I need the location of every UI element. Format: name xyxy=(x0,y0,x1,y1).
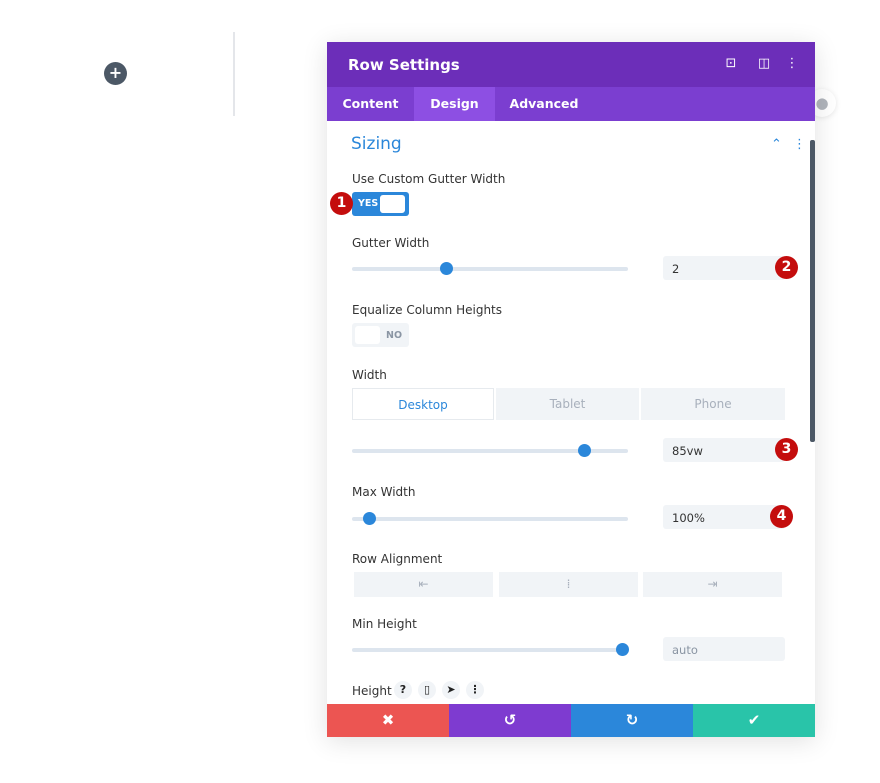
help-icon[interactable]: ? xyxy=(394,681,412,699)
redo-button[interactable]: ↻ xyxy=(571,704,693,737)
custom-gutter-label: Use Custom Gutter Width xyxy=(352,172,506,186)
max-width-label: Max Width xyxy=(352,485,416,499)
gutter-width-slider[interactable] xyxy=(352,262,628,275)
slider-thumb[interactable] xyxy=(616,643,630,656)
undo-icon: ↺ xyxy=(503,711,517,729)
tab-advanced[interactable]: Advanced xyxy=(495,87,593,121)
tab-bar: Content Design Advanced xyxy=(327,87,815,121)
align-center-icon[interactable]: ⁞ xyxy=(499,572,638,597)
min-height-input[interactable]: auto xyxy=(663,637,785,661)
min-height-label: Min Height xyxy=(352,617,417,631)
redo-icon: ↻ xyxy=(625,711,639,729)
gutter-width-label: Gutter Width xyxy=(352,236,430,250)
more-vertical-icon[interactable]: ⋮ xyxy=(784,56,800,71)
hover-icon[interactable]: ➤ xyxy=(442,681,460,699)
scrollbar[interactable] xyxy=(810,140,815,442)
more-vertical-icon[interactable]: ⋮ xyxy=(793,137,806,152)
cancel-button[interactable]: ✖ xyxy=(327,704,449,737)
min-height-slider[interactable] xyxy=(352,643,630,656)
align-right-icon[interactable]: ⇥ xyxy=(643,572,782,597)
slider-thumb[interactable] xyxy=(362,512,376,525)
slider-thumb[interactable] xyxy=(439,262,453,275)
marker-2: 2 xyxy=(775,256,798,279)
gutter-width-input[interactable]: 2 xyxy=(663,256,785,280)
width-label: Width xyxy=(352,368,387,382)
chevron-up-icon[interactable]: ⌃ xyxy=(771,137,782,152)
marker-1: 1 xyxy=(330,192,353,215)
tab-design[interactable]: Design xyxy=(414,87,495,121)
row-settings-panel: Row Settings ⊡ ◫ ⋮ Content Design Advanc… xyxy=(327,42,815,737)
device-tab-phone[interactable]: Phone xyxy=(641,388,785,420)
add-row-button[interactable]: + xyxy=(104,62,127,85)
width-input[interactable]: 85vw xyxy=(663,438,785,462)
plus-icon: + xyxy=(108,63,123,82)
equalize-toggle[interactable]: NO xyxy=(352,323,409,347)
marker-3: 3 xyxy=(775,438,798,461)
custom-gutter-toggle[interactable]: YES xyxy=(352,192,409,216)
sidebar-toggle-icon[interactable]: ◫ xyxy=(756,56,772,71)
check-icon: ✔ xyxy=(747,711,761,729)
max-width-input[interactable]: 100% xyxy=(663,505,785,529)
save-button[interactable]: ✔ xyxy=(693,704,815,737)
slider-thumb[interactable] xyxy=(577,444,591,457)
close-icon: ✖ xyxy=(381,711,395,729)
marker-4: 4 xyxy=(770,505,793,528)
height-label: Height xyxy=(352,684,392,698)
divider xyxy=(233,32,235,116)
tab-content[interactable]: Content xyxy=(327,87,414,121)
device-tab-tablet[interactable]: Tablet xyxy=(496,388,639,420)
fullscreen-icon[interactable]: ⊡ xyxy=(723,56,739,71)
width-slider[interactable] xyxy=(352,444,628,457)
undo-button[interactable]: ↺ xyxy=(449,704,571,737)
align-left-icon[interactable]: ⇤ xyxy=(354,572,493,597)
max-width-slider[interactable] xyxy=(352,512,628,525)
section-title[interactable]: Sizing xyxy=(351,134,402,154)
panel-title: Row Settings xyxy=(348,56,460,74)
responsive-icon[interactable]: ▯ xyxy=(418,681,436,699)
row-alignment-label: Row Alignment xyxy=(352,552,443,566)
panel-header: Row Settings ⊡ ◫ ⋮ xyxy=(327,42,815,87)
equalize-label: Equalize Column Heights xyxy=(352,303,503,317)
device-tab-desktop[interactable]: Desktop xyxy=(352,388,494,420)
more-icon[interactable]: ⋮ xyxy=(466,681,484,699)
